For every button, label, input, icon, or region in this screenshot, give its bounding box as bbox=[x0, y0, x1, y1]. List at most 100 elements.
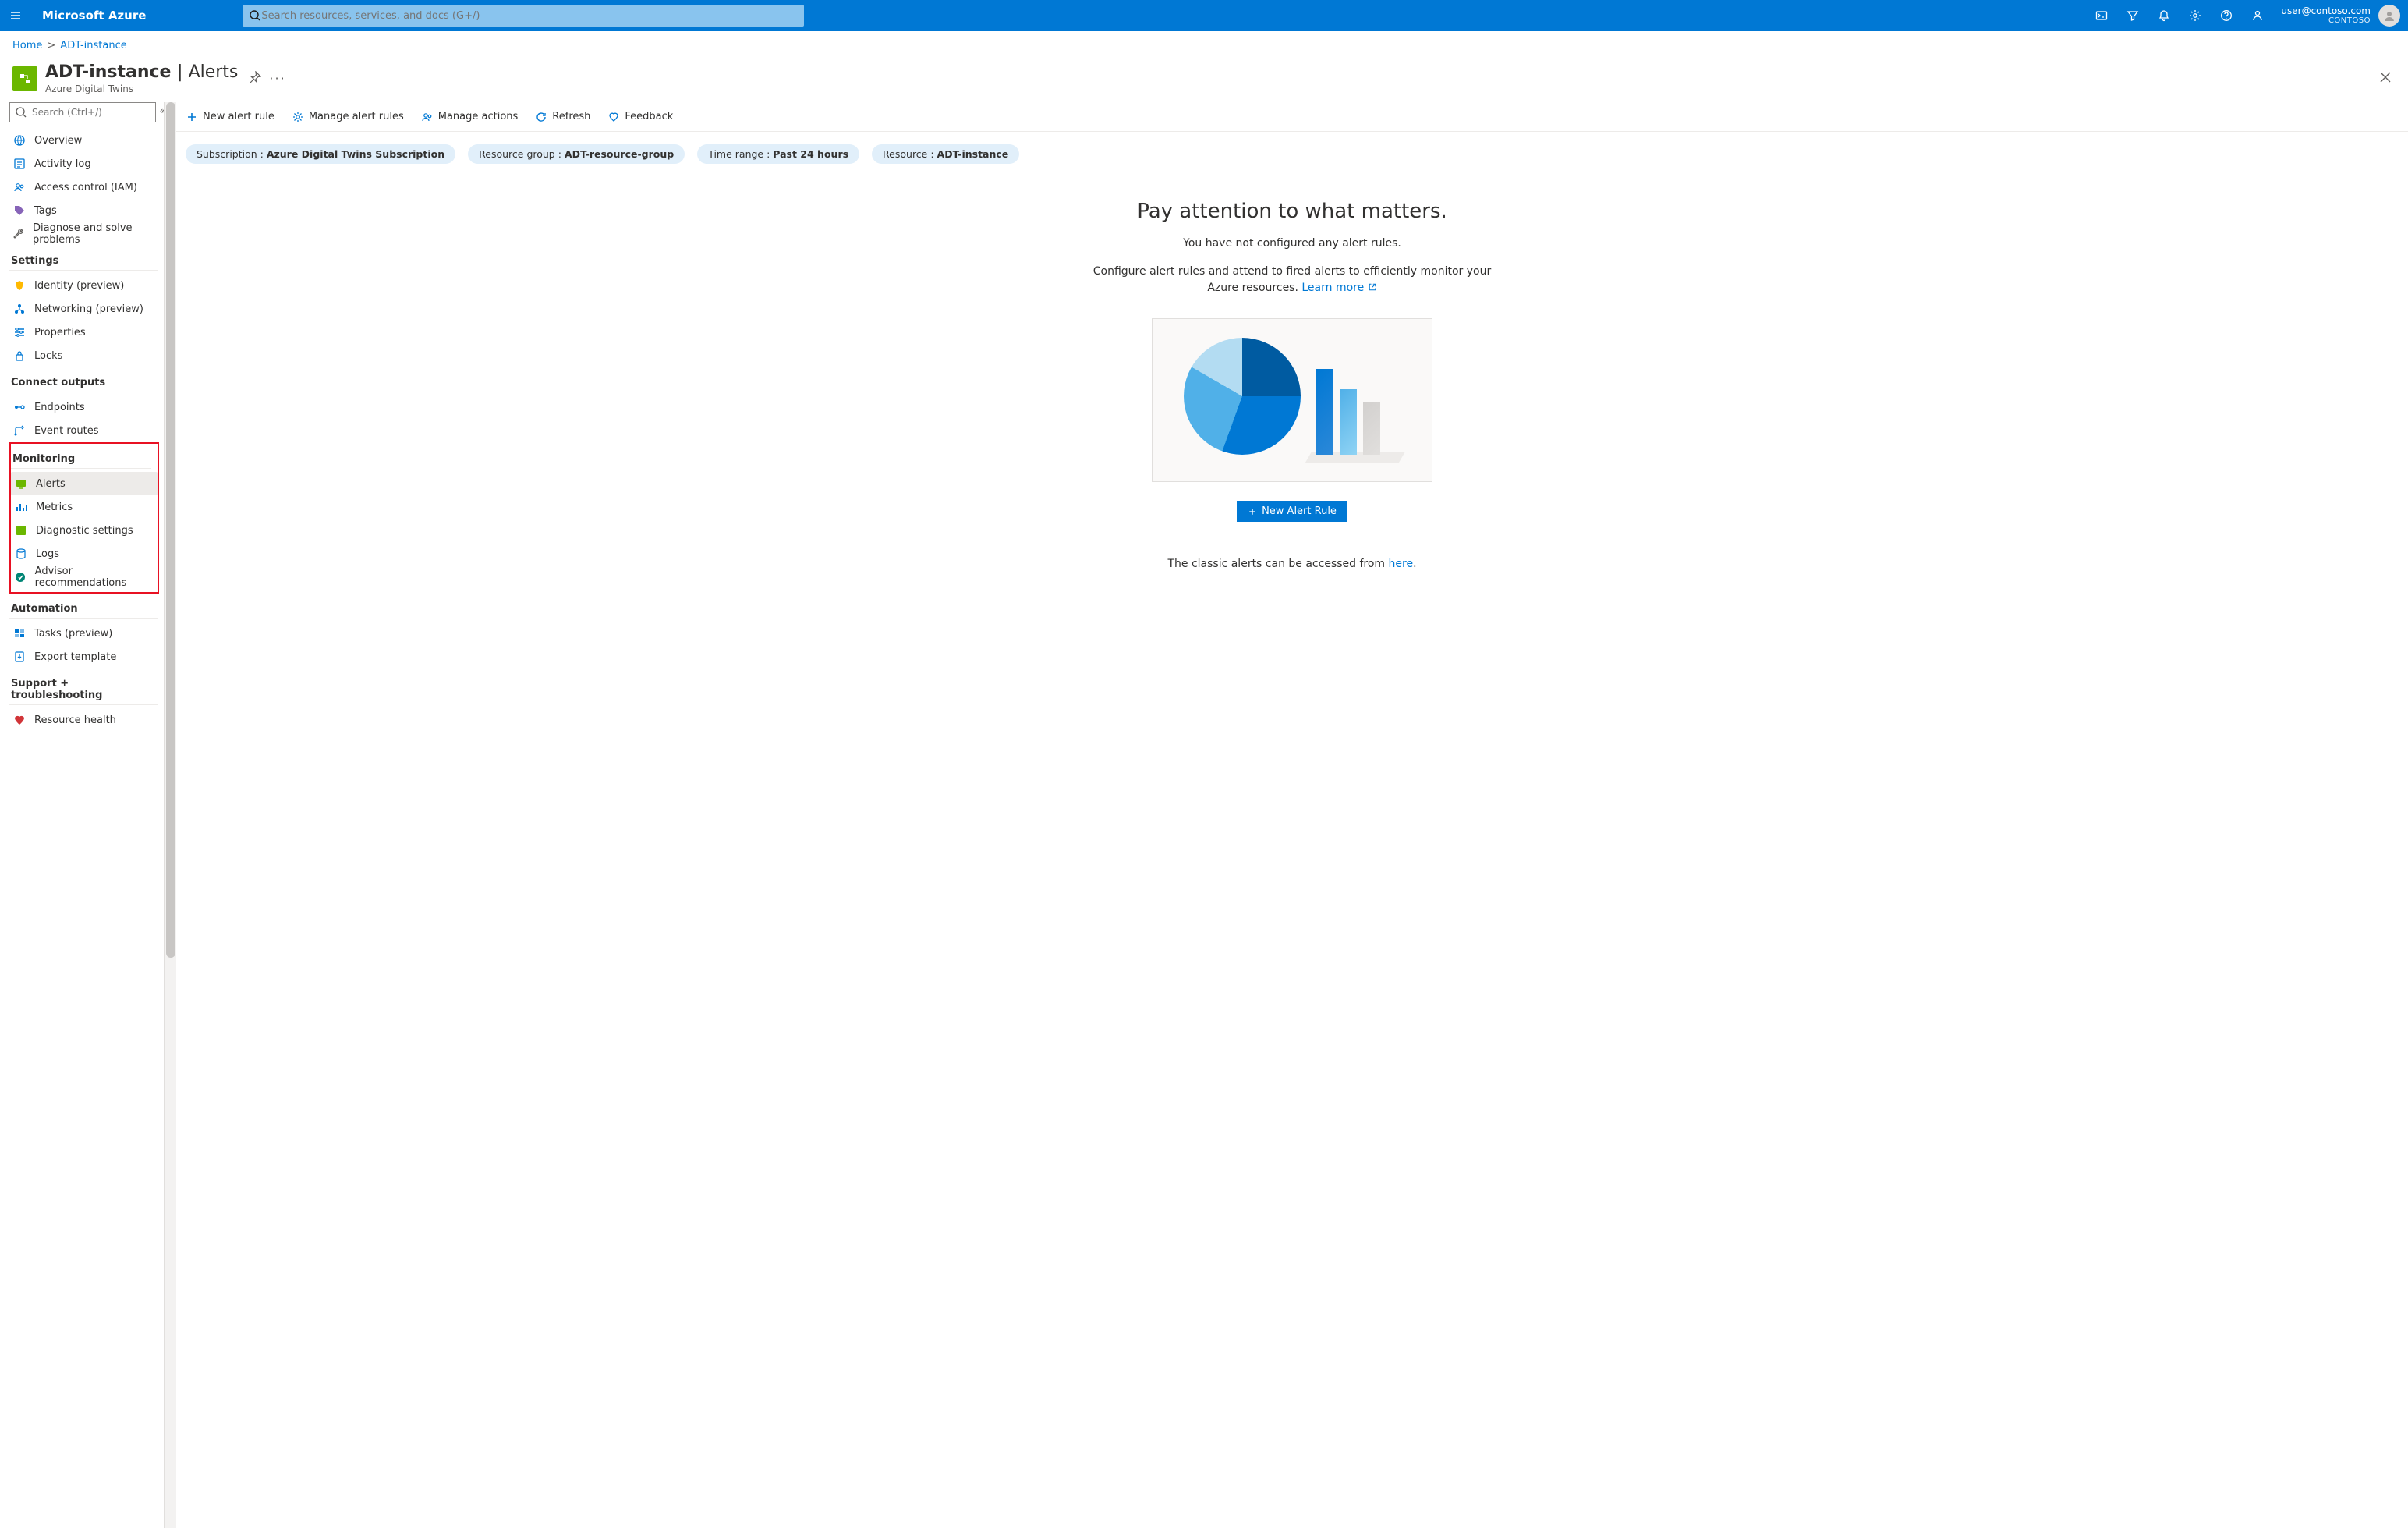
feedback-button[interactable] bbox=[2242, 0, 2273, 31]
sidebar-item-label: Diagnostic settings bbox=[36, 525, 133, 537]
people-icon bbox=[13, 181, 26, 193]
sidebar-item-tasks[interactable]: Tasks (preview) bbox=[9, 622, 164, 645]
close-blade-button[interactable] bbox=[2375, 66, 2396, 91]
pin-icon bbox=[249, 71, 261, 83]
sidebar-search[interactable] bbox=[9, 102, 156, 122]
sidebar-group-monitoring: Monitoring bbox=[12, 453, 158, 465]
bar-graphic bbox=[1316, 369, 1333, 455]
sidebar-item-overview[interactable]: Overview bbox=[9, 129, 164, 152]
sidebar-item-endpoints[interactable]: Endpoints bbox=[9, 395, 164, 419]
digital-twins-icon bbox=[19, 73, 31, 85]
sidebar-item-label: Tasks (preview) bbox=[34, 628, 112, 640]
sidebar-group-connect: Connect outputs bbox=[11, 377, 164, 388]
sidebar-item-export-template[interactable]: Export template bbox=[9, 645, 164, 668]
sidebar-item-label: Alerts bbox=[36, 478, 66, 490]
scrollbar-thumb[interactable] bbox=[166, 102, 175, 958]
pin-button[interactable] bbox=[249, 71, 261, 87]
sidebar-item-diagnose[interactable]: Diagnose and solve problems bbox=[9, 222, 164, 246]
search-icon bbox=[249, 9, 261, 22]
page-subtitle: Azure Digital Twins bbox=[45, 83, 238, 94]
close-icon bbox=[2380, 72, 2391, 83]
sidebar-scrollbar[interactable] bbox=[164, 102, 176, 1528]
identity-icon bbox=[13, 279, 26, 292]
user-avatar[interactable] bbox=[2378, 5, 2400, 27]
sidebar-item-metrics[interactable]: Metrics bbox=[11, 495, 158, 519]
sidebar-item-properties[interactable]: Properties bbox=[9, 321, 164, 344]
cmd-label: New alert rule bbox=[203, 111, 274, 122]
user-org: CONTOSO bbox=[2328, 16, 2371, 25]
topbar: Microsoft Azure user@contoso.com CONTOSO bbox=[0, 0, 2408, 31]
sidebar-item-locks[interactable]: Locks bbox=[9, 344, 164, 367]
plus-icon bbox=[1248, 507, 1257, 516]
pill-resource[interactable]: Resource : ADT-instance bbox=[872, 144, 1019, 164]
sidebar-search-input[interactable] bbox=[32, 107, 150, 118]
bar-graphic bbox=[1363, 402, 1380, 455]
sidebar-item-label: Advisor recommendations bbox=[35, 565, 158, 589]
button-label: New Alert Rule bbox=[1262, 505, 1337, 517]
cmd-label: Refresh bbox=[552, 111, 590, 122]
pill-time-range[interactable]: Time range : Past 24 hours bbox=[697, 144, 859, 164]
sidebar-item-logs[interactable]: Logs bbox=[11, 542, 158, 565]
page-header: ADT-instance | Alerts Azure Digital Twin… bbox=[0, 59, 2408, 102]
brand-label[interactable]: Microsoft Azure bbox=[31, 9, 157, 23]
cmd-manage-actions[interactable]: Manage actions bbox=[421, 111, 519, 123]
people-icon bbox=[421, 111, 434, 123]
tag-icon bbox=[13, 204, 26, 217]
classic-alerts-link[interactable]: here bbox=[1389, 558, 1414, 570]
sidebar: « Overview Activity log Access control (… bbox=[0, 102, 164, 1528]
sidebar-item-label: Identity (preview) bbox=[34, 280, 124, 292]
sidebar-item-resource-health[interactable]: Resource health bbox=[9, 708, 164, 732]
sidebar-item-advisor[interactable]: Advisor recommendations bbox=[11, 565, 158, 589]
sidebar-item-label: Export template bbox=[34, 651, 116, 663]
sidebar-item-access-control[interactable]: Access control (IAM) bbox=[9, 175, 164, 199]
breadcrumb-separator: > bbox=[47, 40, 55, 51]
cmd-feedback[interactable]: Feedback bbox=[607, 111, 673, 123]
sidebar-item-label: Overview bbox=[34, 135, 82, 147]
global-search[interactable] bbox=[243, 5, 804, 27]
breadcrumb-current[interactable]: ADT-instance bbox=[60, 40, 126, 51]
sidebar-item-tags[interactable]: Tags bbox=[9, 199, 164, 222]
cloud-shell-button[interactable] bbox=[2086, 0, 2117, 31]
notifications-button[interactable] bbox=[2148, 0, 2180, 31]
more-button[interactable]: ··· bbox=[269, 71, 285, 86]
gear-icon bbox=[2189, 9, 2201, 22]
cmd-label: Feedback bbox=[625, 111, 673, 122]
learn-more-link[interactable]: Learn more bbox=[1301, 282, 1376, 294]
search-icon bbox=[15, 106, 27, 119]
global-search-input[interactable] bbox=[261, 10, 798, 22]
diagnostic-icon bbox=[15, 524, 27, 537]
breadcrumb-home[interactable]: Home bbox=[12, 40, 42, 51]
sidebar-item-label: Properties bbox=[34, 327, 86, 339]
sidebar-item-activity-log[interactable]: Activity log bbox=[9, 152, 164, 175]
user-email: user@contoso.com bbox=[2281, 6, 2371, 16]
sidebar-item-identity[interactable]: Identity (preview) bbox=[9, 274, 164, 297]
sidebar-item-event-routes[interactable]: Event routes bbox=[9, 419, 164, 442]
sidebar-item-alerts[interactable]: Alerts bbox=[11, 472, 158, 495]
pill-subscription[interactable]: Subscription : Azure Digital Twins Subsc… bbox=[186, 144, 455, 164]
empty-line1: You have not configured any alert rules. bbox=[1050, 237, 1534, 250]
sidebar-item-label: Endpoints bbox=[34, 402, 85, 413]
sidebar-group-support: Support + troubleshooting bbox=[11, 678, 164, 701]
tasks-icon bbox=[13, 627, 26, 640]
directories-button[interactable] bbox=[2117, 0, 2148, 31]
export-icon bbox=[13, 651, 26, 663]
sidebar-item-networking[interactable]: Networking (preview) bbox=[9, 297, 164, 321]
endpoint-icon bbox=[13, 401, 26, 413]
settings-button[interactable] bbox=[2180, 0, 2211, 31]
lock-icon bbox=[13, 349, 26, 362]
empty-headline: Pay attention to what matters. bbox=[1050, 200, 1534, 223]
help-button[interactable] bbox=[2211, 0, 2242, 31]
account-info[interactable]: user@contoso.com CONTOSO bbox=[2273, 6, 2378, 25]
bell-icon bbox=[2158, 9, 2170, 22]
cmd-manage-alert-rules[interactable]: Manage alert rules bbox=[292, 111, 404, 123]
main-content: New alert rule Manage alert rules Manage… bbox=[176, 102, 2408, 1528]
new-alert-rule-button[interactable]: New Alert Rule bbox=[1237, 501, 1347, 522]
gear-icon bbox=[292, 111, 304, 123]
filter-icon bbox=[2126, 9, 2139, 22]
sidebar-item-diagnostic-settings[interactable]: Diagnostic settings bbox=[11, 519, 158, 542]
cmd-new-alert-rule[interactable]: New alert rule bbox=[186, 111, 274, 123]
pill-resource-group[interactable]: Resource group : ADT-resource-group bbox=[468, 144, 685, 164]
hamburger-menu-button[interactable] bbox=[0, 9, 31, 22]
cmd-refresh[interactable]: Refresh bbox=[535, 111, 590, 123]
cloud-shell-icon bbox=[2095, 9, 2108, 22]
